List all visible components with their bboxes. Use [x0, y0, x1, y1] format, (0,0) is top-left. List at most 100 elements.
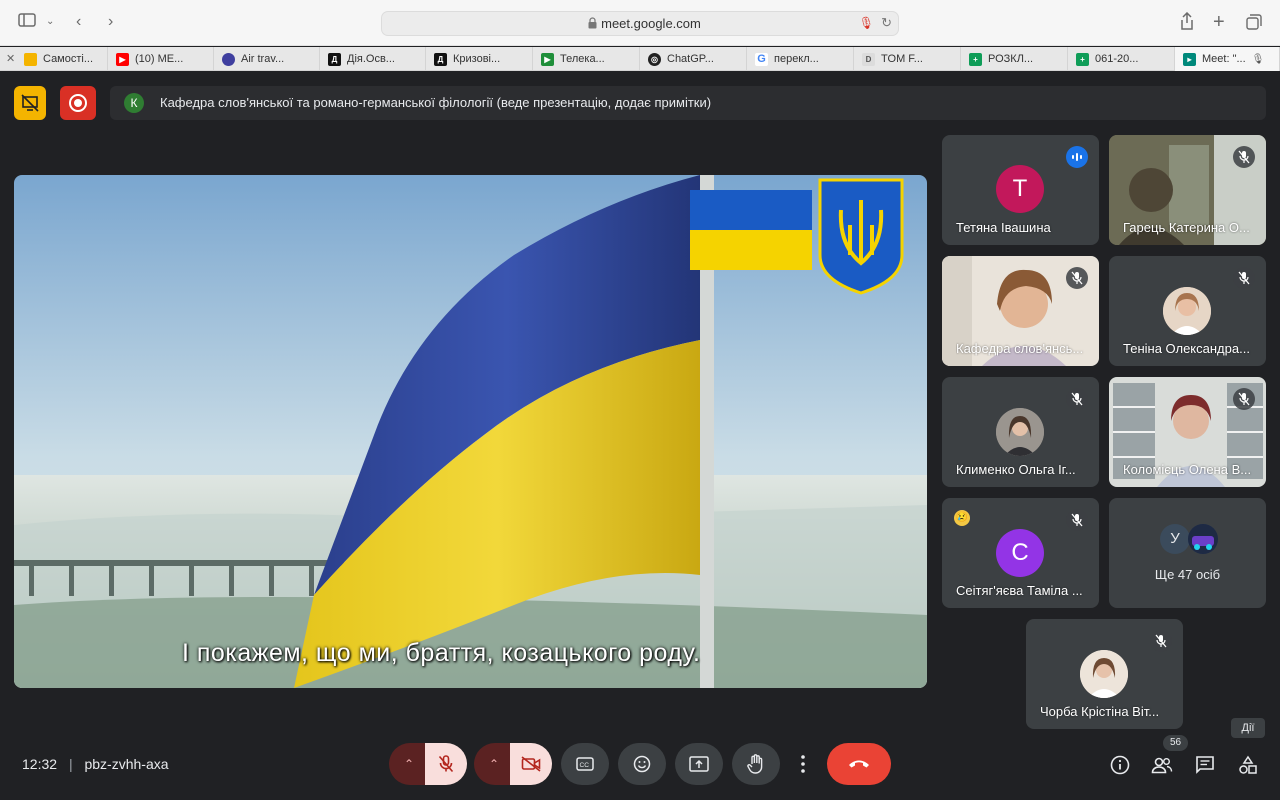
closed-captions-icon: CC	[576, 757, 594, 771]
mic-off-icon	[1233, 267, 1255, 289]
more-vertical-icon	[801, 755, 805, 773]
tab-label: TOM F...	[881, 53, 923, 65]
presentation-off-button[interactable]	[14, 86, 46, 120]
tab-5[interactable]: ▶ Телека...	[533, 47, 640, 71]
tab-label: ChatGP...	[667, 53, 714, 65]
avatar	[1188, 524, 1218, 554]
address-bar[interactable]: meet.google.com 🎙 ↻	[381, 11, 899, 36]
more-options-button[interactable]	[789, 743, 817, 785]
play-icon: ▶	[541, 52, 554, 66]
camera-toggle-button[interactable]	[510, 743, 552, 785]
tab-3[interactable]: Д Дія.Осв...	[320, 47, 426, 71]
chevron-up-icon: ⌃	[403, 757, 415, 771]
tab-7[interactable]: G перекл...	[747, 47, 854, 71]
tab-label: Телека...	[560, 53, 605, 65]
tab-9[interactable]: + РОЗКЛ...	[961, 47, 1068, 71]
emoji-icon	[633, 755, 651, 773]
raise-hand-button[interactable]	[732, 743, 780, 785]
participant-tile[interactable]: 😢 C Сеітяг'яєва Таміла ...	[942, 498, 1099, 608]
video-options-button[interactable]: ⌃	[474, 743, 514, 785]
others-tile[interactable]: У Ще 47 осіб	[1109, 498, 1266, 608]
back-icon[interactable]: ‹	[76, 12, 81, 32]
participant-tile[interactable]: Клименко Ольга Іг...	[942, 377, 1099, 487]
tab-4[interactable]: Д Кризові...	[426, 47, 533, 71]
tab-label: 061-20...	[1095, 53, 1139, 65]
ukraine-flag-image	[14, 175, 927, 688]
meeting-time: 12:32	[22, 756, 58, 772]
microphone-icon[interactable]: 🎙	[859, 16, 874, 30]
participant-tile[interactable]: Гарець Катерина О...	[1109, 135, 1266, 245]
tab-1[interactable]: ▶ (10) ME...	[108, 47, 214, 71]
tab-2[interactable]: Air trav...	[214, 47, 320, 71]
presentation-off-icon	[21, 94, 39, 112]
tab-label: Air trav...	[241, 53, 285, 65]
avatar	[1163, 287, 1211, 335]
mic-off-icon	[438, 755, 454, 773]
others-label: Ще 47 осіб	[1154, 567, 1221, 582]
participant-tile[interactable]: Коломієць Олена В...	[1109, 377, 1266, 487]
people-icon	[1151, 757, 1173, 774]
tab-11[interactable]: ▸ Meet: "... 🎙	[1175, 47, 1280, 71]
participant-name: Кафедра слов'янсь...	[956, 341, 1084, 356]
activities-icon	[1239, 755, 1257, 774]
info-icon	[1110, 755, 1130, 775]
new-tab-icon[interactable]: +	[1213, 12, 1225, 32]
present-screen-button[interactable]	[675, 743, 723, 785]
tab-6[interactable]: ◎ ChatGP...	[640, 47, 747, 71]
tab-10[interactable]: + 061-20...	[1068, 47, 1175, 71]
presenter-text: Кафедра слов'янської та романо-германськ…	[160, 95, 712, 110]
caption-text: І покажем, що ми, браття, козацького род…	[182, 639, 701, 667]
people-button[interactable]	[1149, 752, 1175, 778]
avatar: У	[1160, 524, 1190, 554]
chat-icon	[1196, 756, 1214, 774]
meeting-details-button[interactable]	[1107, 752, 1133, 778]
reload-icon[interactable]: ↻	[881, 15, 892, 31]
captions-button[interactable]: CC	[561, 743, 609, 785]
chevron-down-icon[interactable]: ⌄	[46, 12, 54, 32]
recording-button[interactable]	[60, 86, 96, 120]
meet-icon: ▸	[1183, 52, 1196, 66]
reactions-button[interactable]	[618, 743, 666, 785]
chat-button[interactable]	[1192, 752, 1218, 778]
app-icon	[222, 52, 235, 66]
tab-8[interactable]: D TOM F...	[854, 47, 961, 71]
avatar: T	[996, 165, 1044, 213]
url-text: meet.google.com	[601, 16, 701, 31]
mic-off-icon	[1066, 509, 1088, 531]
tab-0[interactable]: Самості...	[16, 47, 108, 71]
participant-tile[interactable]: T Тетяна Івашина	[942, 135, 1099, 245]
actions-label: Дії	[1231, 718, 1265, 738]
sidebar-toggle-icon[interactable]	[18, 13, 36, 33]
participant-tile[interactable]: Чорба Крістіна Віт...	[1026, 619, 1183, 729]
participant-tile[interactable]: Теніна Олександра...	[1109, 256, 1266, 366]
participant-name: Теніна Олександра...	[1123, 341, 1250, 356]
audio-options-button[interactable]: ⌃	[389, 743, 429, 785]
mic-off-icon	[1066, 267, 1088, 289]
tab-overview-icon[interactable]	[1246, 14, 1262, 36]
participant-name: Коломієць Олена В...	[1123, 462, 1252, 477]
share-icon[interactable]	[1180, 11, 1194, 36]
classroom-icon	[24, 52, 37, 66]
participant-tile[interactable]: Кафедра слов'янсь...	[942, 256, 1099, 366]
sheets-icon: +	[969, 52, 982, 66]
activities-button[interactable]	[1235, 752, 1261, 778]
forward-icon[interactable]: ›	[108, 12, 113, 32]
record-icon	[69, 94, 87, 112]
participant-count-badge: 56	[1163, 735, 1188, 751]
participant-name: Клименко Ольга Іг...	[956, 462, 1076, 477]
participant-name: Тетяна Івашина	[956, 220, 1051, 235]
meeting-code: pbz-zvhh-axa	[84, 756, 169, 772]
meeting-info: 12:32 | pbz-zvhh-axa	[22, 756, 169, 772]
tab-label: перекл...	[774, 53, 819, 65]
microphone-toggle-button[interactable]	[425, 743, 467, 785]
google-icon: G	[755, 52, 768, 66]
avatar: C	[996, 529, 1044, 577]
sheets-icon: +	[1076, 52, 1089, 66]
leave-call-button[interactable]	[827, 743, 891, 785]
browser-toolbar: ⌄ ‹ › meet.google.com 🎙 ↻ +	[0, 0, 1280, 46]
camera-off-icon	[521, 756, 541, 772]
youtube-icon: ▶	[116, 52, 129, 66]
close-tab-icon[interactable]: ✕	[6, 52, 15, 65]
presenter-bar: К Кафедра слов'янської та романо-германс…	[110, 86, 1266, 120]
mic-off-icon	[1066, 388, 1088, 410]
